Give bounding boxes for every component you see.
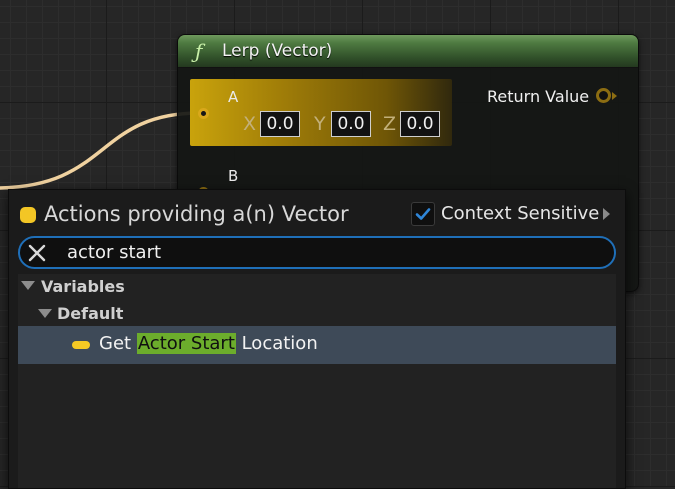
return-pin-arrow-icon [612, 92, 617, 100]
item-prefix: Get [99, 333, 137, 354]
pin-a-connector[interactable] [198, 108, 209, 119]
category-variables[interactable]: Variables [41, 277, 125, 296]
context-sensitive-label[interactable]: Context Sensitive [441, 203, 599, 224]
node-header[interactable]: ƒ Lerp (Vector) [178, 35, 638, 68]
function-icon: ƒ [195, 39, 203, 63]
search-input[interactable]: actor start [18, 236, 616, 269]
checkmark-icon [415, 208, 431, 220]
context-sensitive-checkbox[interactable] [411, 202, 435, 226]
clear-search-icon[interactable] [28, 244, 46, 262]
menu-title: Actions providing a(n) Vector [44, 202, 349, 226]
action-item-get-actor-start-location[interactable]: Get Actor Start Location [18, 326, 616, 364]
variable-pill-icon [72, 341, 90, 349]
chevron-right-icon[interactable] [603, 208, 610, 220]
return-value-label: Return Value [487, 87, 590, 106]
item-suffix: Location [235, 333, 318, 354]
y-value-field[interactable]: 0.0 [331, 111, 371, 137]
z-axis-label: Z [383, 113, 397, 135]
vector-type-icon [20, 207, 36, 223]
node-title: Lerp (Vector) [222, 41, 333, 61]
x-value-field[interactable]: 0.0 [260, 111, 300, 137]
search-match-highlight: Actor Start [136, 333, 236, 354]
action-menu: Actions providing a(n) Vector Context Se… [8, 189, 626, 489]
expand-variables-icon[interactable] [21, 281, 35, 290]
action-item-label: Get Actor Start Location [99, 333, 318, 354]
z-value-field[interactable]: 0.0 [400, 111, 440, 137]
y-axis-label: Y [314, 113, 326, 135]
x-axis-label: X [243, 113, 257, 135]
expand-default-icon[interactable] [38, 309, 52, 318]
pin-b-label: B [228, 167, 239, 185]
search-text[interactable]: actor start [67, 242, 161, 263]
pin-a-label: A [228, 88, 239, 106]
category-default[interactable]: Default [57, 304, 123, 323]
return-value-pin[interactable] [596, 88, 611, 103]
action-list: Variables Default Get Actor Start Locati… [18, 274, 616, 488]
